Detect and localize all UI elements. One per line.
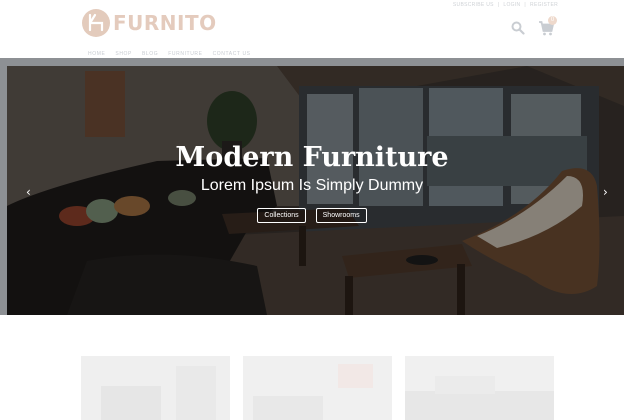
login-link[interactable]: LOGIN [503,2,520,8]
card-image [243,356,392,420]
card-image [81,356,230,420]
nav-item-blog[interactable]: BLOG [142,51,158,57]
register-link[interactable]: REGISTER [530,2,558,8]
logo-text: FURNITO [113,11,217,35]
separator: | [497,2,500,8]
nav-item-home[interactable]: HOME [88,51,105,57]
search-icon[interactable] [511,21,525,35]
nav-item-furniture[interactable]: FURNITURE [168,51,202,57]
product-card[interactable] [243,356,392,420]
card-image [405,356,554,420]
site-logo[interactable]: FURNITO [82,9,217,37]
hero-title: Modern Furniture [175,142,449,173]
nav-item-shop[interactable]: SHOP [115,51,132,57]
product-card[interactable] [81,356,230,420]
showrooms-button[interactable]: Showrooms [315,208,367,223]
main-nav: HOME SHOP BLOG FURNITURE CONTACT US [88,51,251,57]
chair-logo-icon [82,9,110,37]
hero-subtitle: Lorem Ipsum Is Simply Dummy [200,177,424,194]
cart-count-badge: 0 [548,16,557,25]
hero-buttons: Collections Showrooms [0,208,624,223]
page: FURNITO SUBSCRIBE US | LOGIN | REGISTER … [0,0,624,420]
site-header: FURNITO SUBSCRIBE US | LOGIN | REGISTER … [0,0,624,58]
collections-button[interactable]: Collections [257,208,306,223]
nav-item-contact[interactable]: CONTACT US [213,51,251,57]
top-links: SUBSCRIBE US | LOGIN | REGISTER [453,2,558,8]
product-card[interactable] [405,356,554,420]
separator: | [524,2,527,8]
subscribe-link[interactable]: SUBSCRIBE US [453,2,494,8]
